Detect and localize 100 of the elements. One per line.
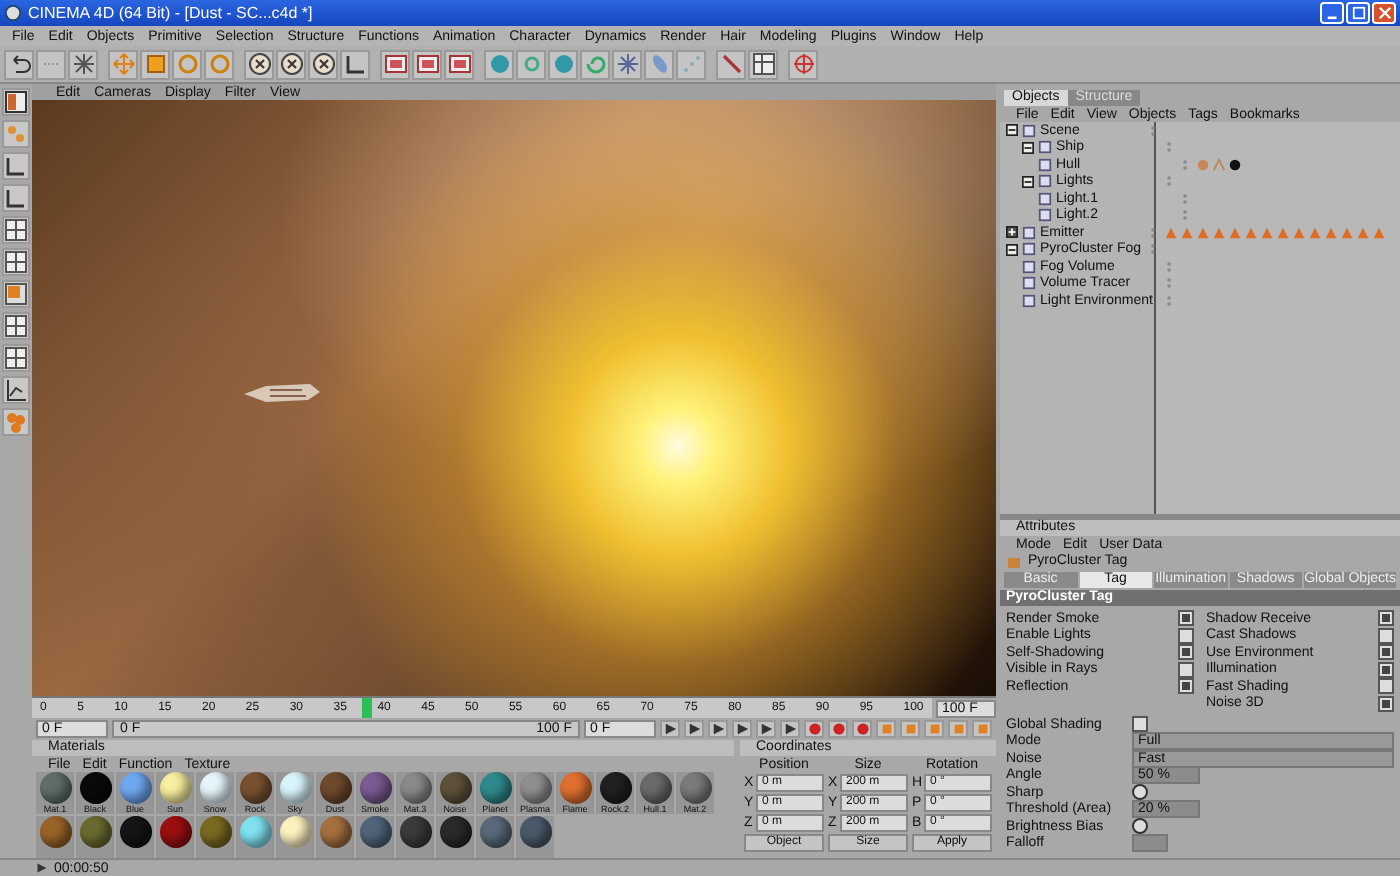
key-icon bbox=[927, 722, 941, 736]
checkbox[interactable] bbox=[1178, 661, 1194, 678]
render-icon bbox=[447, 52, 471, 76]
toolbar-button[interactable] bbox=[444, 49, 474, 79]
radio-button[interactable] bbox=[1132, 818, 1148, 835]
plus-icon[interactable] bbox=[1006, 226, 1018, 239]
toolbar-button[interactable] bbox=[412, 49, 442, 79]
material-swatch[interactable] bbox=[196, 816, 234, 858]
toolbar-button[interactable] bbox=[2, 376, 30, 404]
toolbar-button[interactable] bbox=[2, 216, 30, 244]
falloff-field[interactable] bbox=[1132, 834, 1168, 853]
material-swatch[interactable] bbox=[156, 816, 194, 858]
window-title: CINEMA 4D (64 Bit) - [Dust - SC...c4d *] bbox=[28, 4, 313, 22]
toolbar-button[interactable] bbox=[244, 49, 274, 79]
toolbar-button[interactable] bbox=[2, 312, 30, 340]
playback-button[interactable] bbox=[660, 720, 680, 738]
playback-button[interactable] bbox=[780, 720, 800, 738]
checkbox[interactable] bbox=[1132, 716, 1148, 733]
toolbar-button[interactable] bbox=[308, 49, 338, 79]
grid-icon bbox=[4, 250, 28, 274]
toolbar-button[interactable] bbox=[2, 88, 30, 116]
record-button[interactable] bbox=[804, 720, 824, 738]
maximize-icon bbox=[1351, 6, 1365, 20]
material-swatch[interactable] bbox=[476, 816, 514, 858]
key-icon bbox=[879, 722, 893, 736]
rotate-icon bbox=[175, 52, 199, 76]
grid-icon bbox=[751, 52, 775, 76]
checkbox[interactable] bbox=[1378, 627, 1394, 644]
square-icon bbox=[4, 282, 28, 306]
checkbox[interactable] bbox=[1378, 661, 1394, 678]
minus-icon[interactable] bbox=[1022, 141, 1034, 154]
toolbar-button[interactable] bbox=[2, 344, 30, 372]
grid-icon bbox=[4, 346, 28, 370]
arrow-icon bbox=[36, 862, 48, 874]
burst-icon bbox=[71, 52, 95, 76]
axis-icon bbox=[4, 186, 28, 210]
record-button[interactable] bbox=[828, 720, 848, 738]
render-icon bbox=[415, 52, 439, 76]
y-icon bbox=[279, 52, 303, 76]
toolbar-button[interactable] bbox=[2, 248, 30, 276]
playback-button[interactable] bbox=[708, 720, 728, 738]
playback-button[interactable] bbox=[684, 720, 704, 738]
minus-icon[interactable] bbox=[1006, 124, 1018, 137]
pen-icon bbox=[719, 52, 743, 76]
toolbar-button[interactable] bbox=[4, 49, 34, 79]
sphere-icon bbox=[551, 52, 575, 76]
people-icon bbox=[4, 122, 28, 146]
toolbar-button[interactable] bbox=[276, 49, 306, 79]
playback-button[interactable] bbox=[732, 720, 752, 738]
toolbar-button[interactable] bbox=[2, 280, 30, 308]
minimize-button[interactable] bbox=[1320, 2, 1344, 24]
axis-icon bbox=[4, 154, 28, 178]
material-swatch[interactable] bbox=[356, 816, 394, 858]
render-icon bbox=[383, 52, 407, 76]
record-button[interactable] bbox=[852, 720, 872, 738]
minus-icon[interactable] bbox=[1006, 243, 1018, 256]
material-swatch[interactable] bbox=[276, 816, 314, 858]
material-swatch[interactable] bbox=[436, 816, 474, 858]
playback-button[interactable] bbox=[756, 720, 776, 738]
toolbar-button[interactable] bbox=[380, 49, 410, 79]
capsule-icon bbox=[647, 52, 671, 76]
key-icon bbox=[975, 722, 989, 736]
material-swatch[interactable] bbox=[236, 816, 274, 858]
material-swatch[interactable] bbox=[116, 816, 154, 858]
material-swatch[interactable] bbox=[36, 816, 74, 858]
maximize-button[interactable] bbox=[1346, 2, 1370, 24]
checkbox[interactable] bbox=[1178, 678, 1194, 695]
tag-icon bbox=[1006, 553, 1022, 569]
radio-button[interactable] bbox=[1132, 784, 1148, 801]
checkbox[interactable] bbox=[1178, 644, 1194, 661]
material-swatch[interactable] bbox=[316, 816, 354, 858]
close-button[interactable] bbox=[1372, 2, 1396, 24]
chart-icon bbox=[4, 378, 28, 402]
checkbox[interactable] bbox=[1378, 610, 1394, 627]
minus-icon[interactable] bbox=[1022, 175, 1034, 188]
toolbar-button[interactable] bbox=[340, 49, 370, 79]
loop-icon bbox=[519, 52, 543, 76]
material-swatch[interactable] bbox=[516, 816, 554, 858]
material-swatch[interactable] bbox=[76, 816, 114, 858]
dots-icon bbox=[679, 52, 703, 76]
checkbox[interactable] bbox=[1178, 627, 1194, 644]
spaceship-drawing bbox=[242, 380, 322, 408]
checkbox[interactable] bbox=[1378, 678, 1394, 695]
checkbox[interactable] bbox=[1378, 644, 1394, 661]
checkbox[interactable] bbox=[1178, 610, 1194, 627]
toolbar-button[interactable] bbox=[748, 49, 778, 79]
grid-icon bbox=[4, 314, 28, 338]
material-swatch[interactable] bbox=[396, 816, 434, 858]
close-icon bbox=[1377, 6, 1391, 20]
sphere-tag-icon[interactable] bbox=[1228, 157, 1242, 172]
spiral-icon bbox=[583, 52, 607, 76]
z-icon bbox=[311, 52, 335, 76]
toolbar-button[interactable] bbox=[2, 184, 30, 212]
axis-icon bbox=[343, 52, 367, 76]
key-icon bbox=[903, 722, 917, 736]
checkbox[interactable] bbox=[1378, 695, 1394, 712]
move-icon bbox=[111, 52, 135, 76]
toolbar-button[interactable] bbox=[2, 152, 30, 180]
sphere-icon bbox=[487, 52, 511, 76]
x-icon bbox=[247, 52, 271, 76]
